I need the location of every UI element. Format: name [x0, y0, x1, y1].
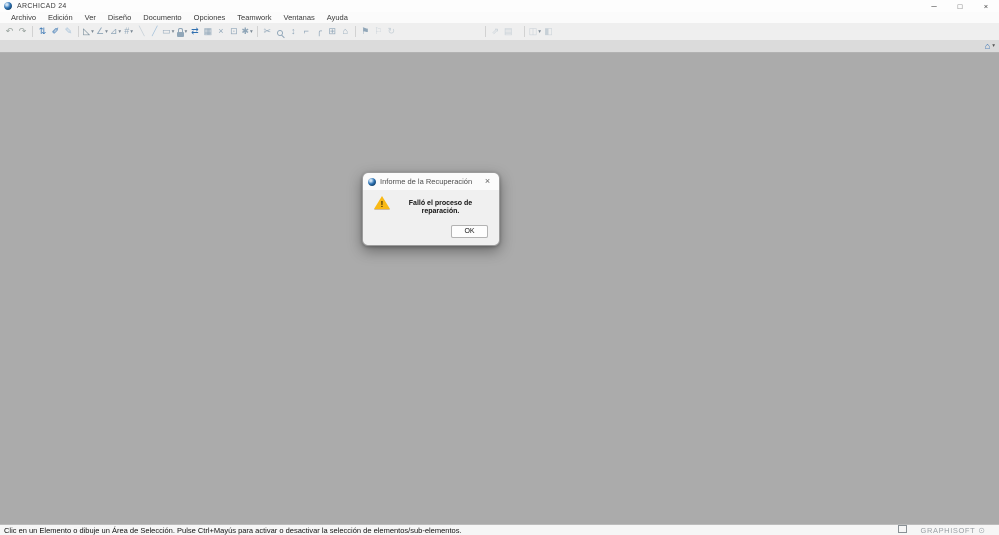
menu-item-archivo[interactable]: Archivo	[5, 12, 42, 23]
window-controls: ─ □ ×	[921, 0, 999, 12]
chevron-down-icon: ▾	[118, 28, 122, 35]
wall-tool-icon[interactable]: ⊿ ▾	[109, 24, 122, 39]
fillet-icon[interactable]: ╭	[313, 24, 326, 39]
dialog-titlebar[interactable]: Informe de la Recuperación ×	[363, 173, 499, 190]
trim-scissors-icon[interactable]: ✂	[261, 24, 274, 39]
graphisoft-brand: GRAPHISOFT	[920, 525, 976, 535]
dialog-close-icon[interactable]: ×	[481, 173, 494, 190]
stretch-icon[interactable]: ⊡	[227, 24, 240, 39]
dialog-body: ! Falló el proceso de reparación. OK	[363, 190, 499, 245]
chevron-down-icon: ▾	[171, 28, 175, 35]
menu-item-documento[interactable]: Documento	[137, 12, 187, 23]
pickup-parameters-eyedropper-icon[interactable]: ✐	[49, 24, 62, 39]
tabbar: ⌂ ▾	[0, 40, 999, 53]
tab-overview-icon: ⌂	[984, 41, 991, 51]
corner-icon[interactable]: ⌐	[300, 24, 313, 39]
toolbar-separator	[78, 26, 79, 37]
toolbar: ↶ ↷ ⇅ ✐ ✎ ◺ ▾ ∠ ▾ ⊿ ▾ # ▾ ╲ ╱ ▭ ▾ ▾ ⇄ ▦ × ⊡ ✱ ▾ ✂ ↕ ⌐ ╭ ⊞ ⌂ ⚑ ⚐ ↻ ⇗ ▤ ◫ ▾ ◧	[0, 23, 999, 40]
archicad-logo-icon	[4, 2, 12, 10]
toolbar-separator	[32, 26, 33, 37]
chevron-down-icon: ▾	[105, 28, 108, 35]
window-title: ARCHICAD 24	[17, 2, 67, 10]
toolbar-separator	[523, 26, 525, 37]
toolbar-gap	[398, 31, 482, 32]
resize-icon[interactable]: ⊞	[326, 24, 339, 39]
refresh-icon[interactable]: ↻	[385, 24, 398, 39]
minimize-button[interactable]: ─	[921, 0, 947, 12]
measure-icon[interactable]: ↕	[287, 24, 300, 39]
menu-item-ver[interactable]: Ver	[79, 12, 102, 23]
slope-tool-icon[interactable]: ∠ ▾	[95, 24, 109, 39]
toolbar-separator	[256, 26, 258, 37]
grid-snap-icon[interactable]: # ▾	[122, 24, 135, 39]
menu-item-teamwork[interactable]: Teamwork	[231, 12, 277, 23]
feather-icon[interactable]: ╱	[148, 24, 161, 39]
chevron-down-icon: ▾	[538, 28, 542, 35]
chevron-down-icon: ▾	[130, 28, 134, 35]
zoom-icon[interactable]	[274, 24, 287, 39]
pages-icon[interactable]	[897, 525, 907, 533]
toolbar-separator	[354, 26, 356, 37]
dialog-title: Informe de la Recuperación	[380, 177, 473, 186]
chevron-down-icon: ▾	[184, 28, 188, 35]
toolbar-separator	[484, 26, 486, 37]
chevron-down-icon: ▾	[91, 28, 94, 35]
ok-button[interactable]: OK	[451, 225, 488, 238]
roof-icon[interactable]: ⌂	[339, 24, 352, 39]
drawing-canvas[interactable]	[0, 53, 999, 524]
archicad-logo-icon	[368, 177, 376, 186]
tab-overview-button[interactable]: ⌂ ▾	[985, 40, 995, 52]
transfer-parameters-icon[interactable]: ⇅	[36, 24, 49, 39]
options-gear-icon[interactable]: ✱ ▾	[240, 24, 253, 39]
statusbar: Clic en un Elemento o dibuje un Área de …	[0, 524, 999, 535]
redo-icon[interactable]: ↷	[16, 24, 29, 39]
renovation-filter-icon[interactable]: ⇄	[188, 24, 201, 39]
schedule-icon[interactable]: ▦	[201, 24, 214, 39]
statusbar-right: GRAPHISOFT ⊙	[897, 525, 995, 535]
chevron-down-icon: ▾	[249, 28, 253, 35]
status-hint: Clic en un Elemento o dibuje un Área de …	[4, 525, 462, 535]
lock-icon[interactable]: ▾	[175, 24, 188, 39]
menu-item-opciones[interactable]: Opciones	[188, 12, 232, 23]
marquee-tool-icon[interactable]: ▭ ▾	[161, 24, 175, 39]
dialog-message-row: ! Falló el proceso de reparación.	[363, 190, 499, 217]
warning-icon: !	[374, 196, 390, 210]
dialog-message: Falló el proceso de reparación.	[408, 200, 473, 216]
guide-line-icon[interactable]: ╲	[135, 24, 148, 39]
toolbar-gap	[515, 31, 521, 32]
flag-outline-icon[interactable]: ⚐	[372, 24, 385, 39]
graphisoft-logo-icon: ⊙	[978, 525, 985, 535]
open-in-new-icon[interactable]: ⇗	[489, 24, 502, 39]
archicad-window: { "window": { "title": "ARCHICAD 24", "c…	[0, 0, 999, 535]
menu-item-diseno[interactable]: Diseño	[102, 12, 137, 23]
layers-icon[interactable]: ▤	[502, 24, 515, 39]
select-tool-icon[interactable]: ◺ ▾	[82, 24, 95, 39]
maximize-button[interactable]: □	[947, 0, 973, 12]
menu-item-ayuda[interactable]: Ayuda	[321, 12, 354, 23]
panel-save-icon[interactable]: ◧	[542, 24, 555, 39]
recovery-report-dialog: Informe de la Recuperación × ! Falló el …	[362, 172, 500, 246]
titlebar: ARCHICAD 24 ─ □ ×	[0, 0, 999, 12]
menu-item-ventanas[interactable]: Ventanas	[277, 12, 320, 23]
close-button[interactable]: ×	[973, 0, 999, 12]
close-element-icon[interactable]: ×	[214, 24, 227, 39]
menubar: Archivo Edición Ver Diseño Documento Opciones…	[0, 12, 999, 23]
chevron-down-icon: ▾	[992, 43, 995, 49]
menu-item-edicion[interactable]: Edición	[42, 12, 79, 23]
undo-icon[interactable]: ↶	[3, 24, 16, 39]
inject-parameters-syringe-icon[interactable]: ✎	[62, 24, 75, 39]
flag-icon[interactable]: ⚑	[359, 24, 372, 39]
panel-layout-icon[interactable]: ◫ ▾	[528, 24, 542, 39]
